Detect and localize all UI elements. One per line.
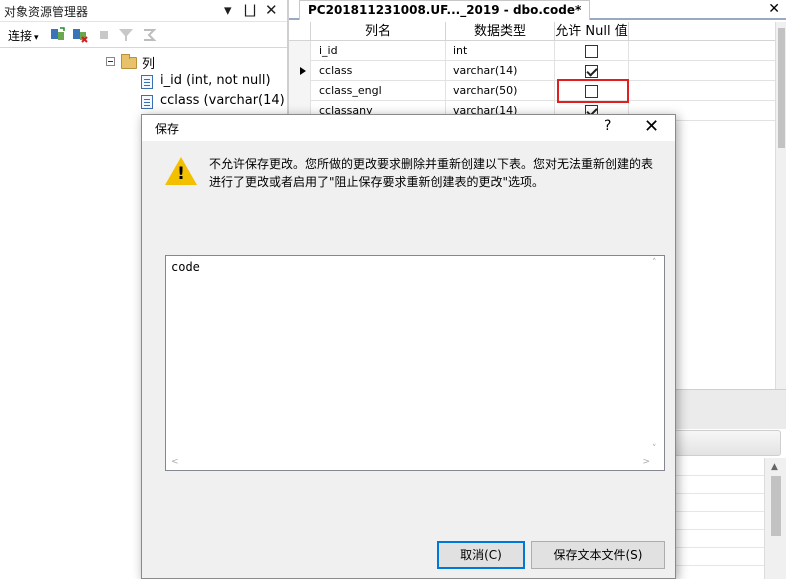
dialog-title: 保存	[155, 122, 180, 136]
close-icon[interactable]: ✕	[768, 1, 780, 17]
grid-header: 列名 数据类型 允许 Null 值	[289, 22, 775, 41]
current-row-indicator-icon	[300, 67, 306, 75]
warning-icon: !	[165, 157, 197, 187]
collapse-icon[interactable]	[106, 57, 115, 66]
row-selector[interactable]	[289, 41, 311, 61]
row-selector[interactable]	[289, 81, 311, 101]
cell-column-name[interactable]: i_id	[315, 41, 446, 61]
connect-label: 连接	[8, 29, 33, 43]
document-tabbar: PC201811231008.UF..._2019 - dbo.code* ✕	[289, 0, 786, 20]
document-tab[interactable]: PC201811231008.UF..._2019 - dbo.code*	[299, 0, 591, 20]
scroll-left-icon[interactable]: <	[171, 457, 179, 467]
object-explorer-title: 对象资源管理器	[4, 5, 89, 19]
row-selector[interactable]	[289, 61, 311, 81]
scroll-right-icon[interactable]: >	[642, 457, 650, 467]
scrollbar-thumb[interactable]	[778, 28, 785, 148]
allow-null-checkbox[interactable]	[585, 65, 598, 78]
row-header-corner	[289, 22, 311, 41]
tree-item[interactable]: cclass (varchar(14)	[0, 92, 287, 110]
warning-exclamation: !	[177, 164, 185, 184]
close-icon[interactable]: ✕	[644, 115, 659, 139]
cell-allow-null[interactable]	[555, 41, 629, 61]
list-vertical-scrollbar[interactable]: ˄ ˅	[652, 258, 662, 454]
scroll-up-icon[interactable]: ˄	[652, 258, 657, 268]
cell-data-type[interactable]: int	[449, 41, 555, 61]
tree-folder-label: 列	[142, 57, 156, 72]
scroll-down-icon[interactable]: ˅	[652, 444, 657, 454]
pin-icon[interactable]: ⨆	[244, 1, 256, 19]
column-icon	[141, 75, 153, 89]
help-icon[interactable]: ?	[604, 118, 611, 134]
save-dialog: 保存 ? ✕ ! 不允许保存更改。您所做的更改要求删除并重新创建以下表。您对无法…	[141, 114, 676, 579]
connect-server-icon[interactable]	[50, 27, 66, 43]
cell-data-type[interactable]: varchar(14)	[449, 61, 555, 81]
allow-null-checkbox[interactable]	[585, 45, 598, 58]
tree-item-label: cclass (varchar(14)	[160, 93, 285, 108]
tree-item[interactable]: i_id (int, not null)	[0, 72, 287, 90]
table-row[interactable]: i_id int	[289, 41, 775, 61]
save-text-file-button[interactable]: 保存文本文件(S)	[531, 541, 665, 569]
close-icon[interactable]: ✕	[265, 1, 278, 19]
connect-button[interactable]: 连接 ▾	[8, 27, 39, 44]
affected-tables-list[interactable]: code ˄ ˅ < >	[165, 255, 665, 471]
scrollbar-thumb[interactable]	[771, 476, 781, 536]
column-icon	[141, 95, 153, 109]
cell-column-name[interactable]: cclass_engl	[315, 81, 446, 101]
dialog-message: 不允许保存更改。您所做的更改要求删除并重新创建以下表。您对无法重新创建的表进行了…	[209, 157, 654, 189]
list-horizontal-scrollbar[interactable]: < >	[168, 457, 650, 469]
column-header-allow-null[interactable]: 允许 Null 值	[555, 22, 629, 41]
properties-vertical-scrollbar[interactable]: ▲	[764, 458, 786, 579]
dropdown-icon[interactable]: ▾	[224, 1, 232, 19]
list-item[interactable]: code	[171, 260, 200, 274]
tree-item-label: i_id (int, not null)	[160, 73, 271, 88]
column-header-name[interactable]: 列名	[311, 22, 446, 41]
folder-icon	[121, 54, 137, 69]
table-row[interactable]: cclass varchar(14)	[289, 61, 775, 81]
dialog-titlebar: 保存 ? ✕	[142, 115, 675, 141]
refresh-icon[interactable]	[141, 27, 157, 43]
tree-folder-columns[interactable]: 列	[0, 52, 287, 72]
filter-icon[interactable]	[118, 27, 134, 43]
cell-allow-null[interactable]	[555, 61, 629, 81]
grid-vertical-scrollbar[interactable]	[775, 22, 786, 389]
cell-data-type[interactable]: varchar(50)	[449, 81, 555, 101]
disconnect-server-icon[interactable]	[72, 27, 88, 43]
annotation-highlight-box	[557, 79, 629, 103]
cell-column-name[interactable]: cclass	[315, 61, 446, 81]
stop-icon[interactable]	[96, 27, 112, 43]
table-row[interactable]: cclass_engl varchar(50)	[289, 81, 775, 101]
object-explorer-titlebar: 对象资源管理器 ▾ ⨆ ✕	[0, 0, 287, 22]
cancel-button[interactable]: 取消(C)	[437, 541, 525, 569]
chevron-down-icon: ▾	[34, 33, 39, 43]
scroll-up-icon[interactable]: ▲	[771, 462, 778, 472]
object-explorer-toolbar: 连接 ▾	[0, 22, 287, 48]
column-header-type[interactable]: 数据类型	[446, 22, 555, 41]
